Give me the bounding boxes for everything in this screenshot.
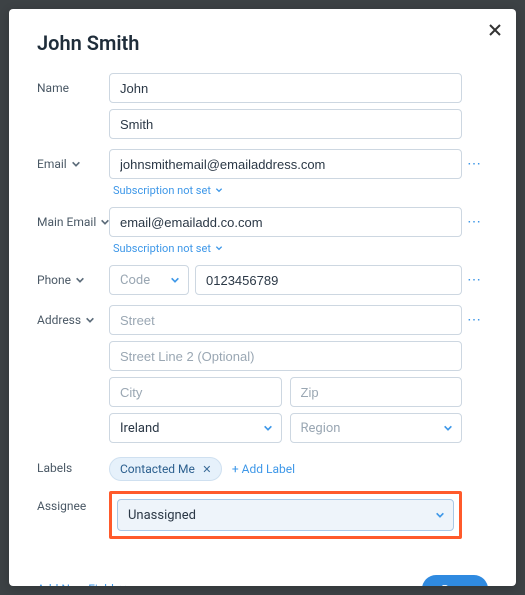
- region-select[interactable]: Region: [290, 413, 463, 443]
- contact-edit-panel: John Smith Name Email Subs: [9, 9, 516, 586]
- last-name-input[interactable]: [109, 109, 462, 139]
- page-title: John Smith: [37, 31, 488, 55]
- address-more-icon[interactable]: ⋯: [467, 313, 483, 327]
- street2-input[interactable]: [109, 341, 462, 371]
- main-email-more-icon[interactable]: ⋯: [467, 215, 483, 229]
- add-new-field-link[interactable]: Add New Field: [37, 582, 128, 586]
- phone-code-select[interactable]: Code: [109, 265, 189, 295]
- label-chip[interactable]: Contacted Me ✕: [109, 457, 222, 481]
- chevron-down-icon[interactable]: [71, 159, 81, 169]
- country-select[interactable]: Ireland: [109, 413, 282, 443]
- close-icon[interactable]: [486, 21, 504, 39]
- email-subscription-link[interactable]: Subscription not set: [109, 184, 462, 197]
- chevron-down-icon[interactable]: [85, 315, 95, 325]
- email-more-icon[interactable]: ⋯: [467, 157, 483, 171]
- label-main-email: Main Email: [37, 215, 96, 229]
- label-address: Address: [37, 313, 81, 327]
- chevron-down-icon: [263, 423, 273, 433]
- chevron-down-icon: [118, 582, 128, 586]
- chevron-down-icon: [435, 510, 445, 520]
- label-labels: Labels: [37, 461, 72, 475]
- add-label-link[interactable]: + Add Label: [232, 462, 295, 476]
- first-name-input[interactable]: [109, 73, 462, 103]
- chevron-down-icon[interactable]: [75, 275, 85, 285]
- save-button[interactable]: Save: [422, 575, 488, 586]
- assignee-highlight: Unassigned: [109, 491, 462, 539]
- phone-more-icon[interactable]: ⋯: [467, 273, 483, 287]
- main-email-input[interactable]: [109, 207, 462, 237]
- remove-chip-icon[interactable]: ✕: [201, 463, 213, 475]
- city-input[interactable]: [109, 377, 282, 407]
- phone-number-input[interactable]: [195, 265, 462, 295]
- assignee-select[interactable]: Unassigned: [117, 499, 454, 531]
- label-email: Email: [37, 157, 67, 171]
- chevron-down-icon: [170, 275, 180, 285]
- label-phone: Phone: [37, 273, 71, 287]
- main-email-subscription-link[interactable]: Subscription not set: [109, 242, 462, 255]
- chevron-down-icon: [215, 242, 223, 255]
- label-assignee: Assignee: [37, 499, 86, 513]
- chevron-down-icon: [443, 423, 453, 433]
- street-input[interactable]: [109, 305, 462, 335]
- chevron-down-icon: [215, 184, 223, 197]
- email-input[interactable]: [109, 149, 462, 179]
- label-name: Name: [37, 81, 69, 95]
- zip-input[interactable]: [290, 377, 463, 407]
